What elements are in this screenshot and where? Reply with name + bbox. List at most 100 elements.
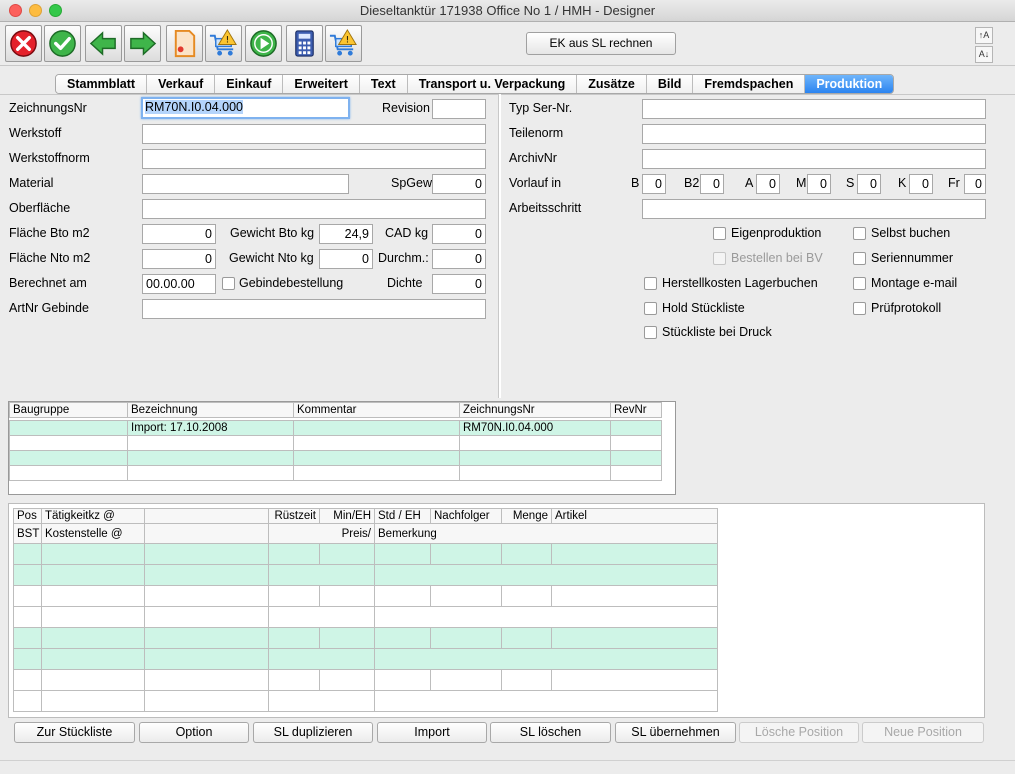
table-cell[interactable] [127,435,294,451]
table-cell[interactable] [319,543,375,565]
column-header-taetigkeitkz[interactable]: Tätigkeitkz @ [41,508,145,524]
new-document-button[interactable] [166,25,203,62]
typ-ser-nr-field[interactable] [642,99,986,119]
loesche-position-button[interactable]: Lösche Position [739,722,859,743]
vorlauf-m-field[interactable]: 0 [807,174,831,194]
table-cell[interactable] [9,450,128,466]
table-cell[interactable] [551,669,718,691]
table-cell[interactable] [374,585,431,607]
next-button[interactable] [124,25,161,62]
revision-field[interactable] [432,99,486,119]
table-cell[interactable] [459,435,611,451]
artnr-gebinde-field[interactable] [142,299,486,319]
gewicht-bto-field[interactable]: 24,9 [319,224,373,244]
table-cell[interactable] [268,669,320,691]
table-cell[interactable] [127,450,294,466]
table-cell[interactable] [293,465,460,481]
table-cell[interactable] [293,435,460,451]
table-row[interactable] [13,669,718,691]
table-cell[interactable] [13,564,42,586]
teilenorm-field[interactable] [642,124,986,144]
table-cell[interactable] [144,669,269,691]
table-row[interactable] [13,564,718,586]
montage-email-checkbox[interactable] [853,277,866,290]
archivnr-field[interactable] [642,149,986,169]
column-header-preis[interactable]: Preis/ [268,523,375,544]
cad-field[interactable]: 0 [432,224,486,244]
table-cell[interactable] [374,690,718,712]
gebindebestellung-checkbox[interactable] [222,277,235,290]
table-cell[interactable] [41,543,145,565]
table-cell[interactable] [13,669,42,691]
table-cell[interactable] [41,564,145,586]
stueckliste-druck-checkbox[interactable] [644,326,657,339]
table-cell[interactable] [268,690,375,712]
hold-stueckliste-checkbox[interactable] [644,302,657,315]
tab-produktion[interactable]: Produktion [805,75,894,93]
table-cell[interactable] [13,606,42,628]
table-cell[interactable] [41,648,145,670]
table-cell[interactable] [268,543,320,565]
table-row[interactable] [9,465,662,481]
table-cell[interactable] [13,690,42,712]
column-header-revnr[interactable]: RevNr [610,402,662,418]
column-header-blank[interactable] [144,508,269,524]
table-cell[interactable] [9,435,128,451]
table-cell[interactable] [144,627,269,649]
table-cell[interactable] [41,690,145,712]
table-row[interactable] [13,543,718,565]
table-cell[interactable] [501,543,552,565]
zur-stueckliste-button[interactable]: Zur Stückliste [14,722,135,743]
column-header-std-eh[interactable]: Std / EH [374,508,431,524]
bestellen-bei-bv-checkbox[interactable] [713,252,726,265]
table-cell[interactable] [268,606,375,628]
table-cell[interactable] [551,543,718,565]
import-button[interactable]: Import [377,722,487,743]
cart-warning-button[interactable]: ! [205,25,242,62]
tab-fremdsprachen[interactable]: Fremdspachen [693,75,806,93]
vorlauf-b-field[interactable]: 0 [642,174,666,194]
table-cell[interactable] [9,465,128,481]
tab-erweitert[interactable]: Erweitert [283,75,360,93]
table-cell[interactable] [41,585,145,607]
sl-loeschen-button[interactable]: SL löschen [490,722,611,743]
table-cell[interactable] [430,585,502,607]
table-row[interactable] [13,606,718,628]
column-header-pos[interactable]: Pos [13,508,42,524]
cart-order-button[interactable]: ! [325,25,362,62]
font-increase-button[interactable]: ↑A [975,27,993,44]
column-header-blank-2[interactable] [144,523,269,544]
table-cell[interactable] [501,627,552,649]
table-row[interactable] [13,585,718,607]
dichte-field[interactable]: 0 [432,274,486,294]
neue-position-button[interactable]: Neue Position [862,722,984,743]
table-cell[interactable] [374,543,431,565]
table-cell[interactable] [13,627,42,649]
table-cell[interactable] [459,465,611,481]
table-cell[interactable] [293,420,460,436]
seriennummer-checkbox[interactable] [853,252,866,265]
table-cell[interactable] [41,627,145,649]
table-cell[interactable] [41,606,145,628]
table-cell[interactable] [319,585,375,607]
table-row[interactable] [9,435,662,451]
table-cell[interactable] [501,585,552,607]
tab-text[interactable]: Text [359,75,408,93]
table-row[interactable] [9,450,662,466]
column-header-kostenstelle[interactable]: Kostenstelle @ [41,523,145,544]
column-header-bezeichnung[interactable]: Bezeichnung [127,402,294,418]
table-cell[interactable] [430,627,502,649]
vorlauf-b2-field[interactable]: 0 [700,174,724,194]
table-cell[interactable] [430,543,502,565]
play-button[interactable] [245,25,282,62]
column-header-min-eh[interactable]: Min/EH [319,508,375,524]
column-header-zeichnungsnr[interactable]: ZeichnungsNr [459,402,611,418]
herstellkosten-checkbox[interactable] [644,277,657,290]
tab-transport[interactable]: Transport u. Verpackung [407,75,578,93]
table-cell[interactable] [144,690,269,712]
material-field[interactable] [142,174,349,194]
sl-duplizieren-button[interactable]: SL duplizieren [253,722,373,743]
table-cell[interactable] [610,420,662,436]
pruefprotokoll-checkbox[interactable] [853,302,866,315]
selbst-buchen-checkbox[interactable] [853,227,866,240]
